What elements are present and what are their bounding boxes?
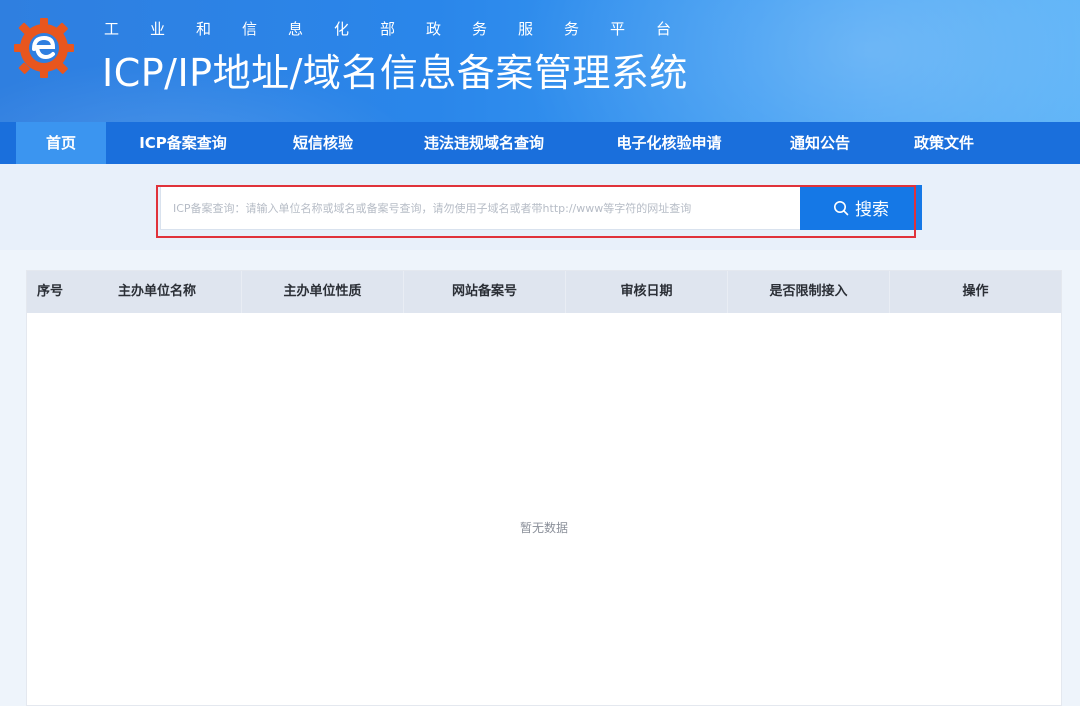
search-input[interactable] xyxy=(160,186,800,230)
search-area: 搜索 xyxy=(0,164,1080,250)
column-header-access-restricted: 是否限制接入 xyxy=(727,271,889,313)
table-header: 序号 主办单位名称 主办单位性质 网站备案号 审核日期 是否限制接入 操作 xyxy=(27,271,1061,313)
nav-item-policy-docs[interactable]: 政策文件 xyxy=(892,122,996,164)
nav-item-illegal-domain-query[interactable]: 违法违规域名查询 xyxy=(398,122,570,164)
main-nav: 首页 ICP备案查询 短信核验 违法违规域名查询 电子化核验申请 通知公告 政策… xyxy=(0,122,1080,164)
column-header-actions: 操作 xyxy=(889,271,1061,313)
column-header-site-license: 网站备案号 xyxy=(403,271,565,313)
nav-item-electronic-verify[interactable]: 电子化核验申请 xyxy=(592,122,746,164)
nav-item-sms-verify[interactable]: 短信核验 xyxy=(270,122,376,164)
empty-state-text: 暂无数据 xyxy=(519,521,568,535)
gear-e-logo-icon xyxy=(14,18,74,78)
nav-item-notices[interactable]: 通知公告 xyxy=(768,122,872,164)
nav-item-icp-query[interactable]: ICP备案查询 xyxy=(118,122,248,164)
header-banner: 工业和信息化部政务服务平台 ICP/IP地址/域名信息备案管理系统 xyxy=(0,0,1080,122)
platform-subtitle: 工业和信息化部政务服务平台 xyxy=(104,20,703,38)
system-title: ICP/IP地址/域名信息备案管理系统 xyxy=(102,51,688,95)
column-header-organizer-name: 主办单位名称 xyxy=(117,284,196,299)
column-header-organizer-type: 主办单位性质 xyxy=(241,271,403,313)
search-button-label: 搜索 xyxy=(855,200,889,220)
search-button[interactable]: 搜索 xyxy=(800,185,922,230)
results-table: 序号 主办单位名称 主办单位性质 网站备案号 审核日期 是否限制接入 操作 暂无… xyxy=(26,270,1062,706)
nav-item-home[interactable]: 首页 xyxy=(16,122,106,164)
column-header-index: 序号 xyxy=(36,284,63,299)
column-header-review-date: 审核日期 xyxy=(565,271,727,313)
search-icon xyxy=(834,200,849,215)
